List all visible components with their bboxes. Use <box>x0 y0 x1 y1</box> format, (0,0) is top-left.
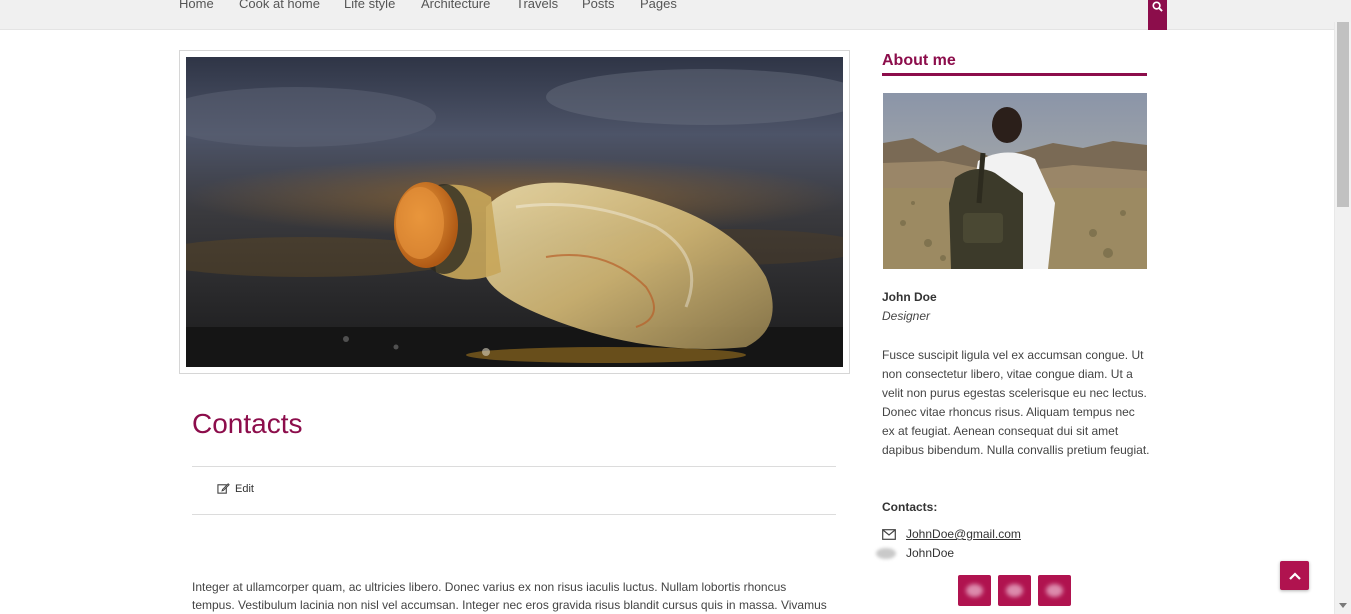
divider-top <box>192 466 836 467</box>
top-navigation: Home Cook at home Life style Architectur… <box>0 0 1351 30</box>
social-icon <box>1046 584 1063 597</box>
featured-image-frame <box>179 50 850 374</box>
nav-item-cook-at-home[interactable]: Cook at home <box>239 0 320 12</box>
skype-handle: JohnDoe <box>906 546 955 560</box>
chevron-up-icon <box>1288 571 1301 580</box>
profile-name: John Doe <box>882 290 937 304</box>
edit-link[interactable]: Edit <box>217 482 254 495</box>
email-link[interactable]: JohnDoe@gmail.com <box>906 527 1021 541</box>
email-contact: JohnDoe@gmail.com <box>882 527 1021 541</box>
nav-item-home[interactable]: Home <box>179 0 214 12</box>
social-icon <box>966 584 983 597</box>
nav-item-architecture[interactable]: Architecture <box>421 0 490 12</box>
nav-item-posts[interactable]: Posts <box>582 0 615 12</box>
envelope-icon <box>882 528 896 540</box>
profile-bio: Fusce suscipit ligula vel ex accumsan co… <box>882 348 1150 457</box>
page-title: Contacts <box>192 408 303 439</box>
page-scrollbar[interactable] <box>1334 22 1351 614</box>
about-me-heading: About me <box>882 52 956 69</box>
scroll-down-arrow[interactable] <box>1339 603 1347 608</box>
back-to-top-button[interactable] <box>1280 561 1309 590</box>
nav-item-life-style[interactable]: Life style <box>344 0 395 12</box>
edit-icon <box>217 483 230 494</box>
social-button-3[interactable] <box>1038 575 1071 606</box>
nav-item-travels[interactable]: Travels <box>516 0 558 12</box>
body-paragraph: Integer at ullamcorper quam, ac ultricie… <box>192 580 827 612</box>
about-me-photo <box>883 93 1147 269</box>
skype-icon <box>876 547 896 559</box>
featured-image <box>186 57 843 367</box>
about-me-underline <box>882 73 1147 76</box>
social-button-1[interactable] <box>958 575 991 606</box>
profile-role: Designer <box>882 309 931 323</box>
contacts-heading: Contacts: <box>882 500 938 514</box>
divider-bottom <box>192 514 836 515</box>
skype-contact: JohnDoe <box>876 546 954 560</box>
nav-item-pages[interactable]: Pages <box>640 0 677 12</box>
scrollbar-thumb[interactable] <box>1337 22 1349 207</box>
search-button[interactable] <box>1148 0 1167 30</box>
search-icon <box>1152 1 1163 12</box>
social-icon <box>1006 584 1023 597</box>
social-button-2[interactable] <box>998 575 1031 606</box>
edit-label: Edit <box>235 482 254 495</box>
